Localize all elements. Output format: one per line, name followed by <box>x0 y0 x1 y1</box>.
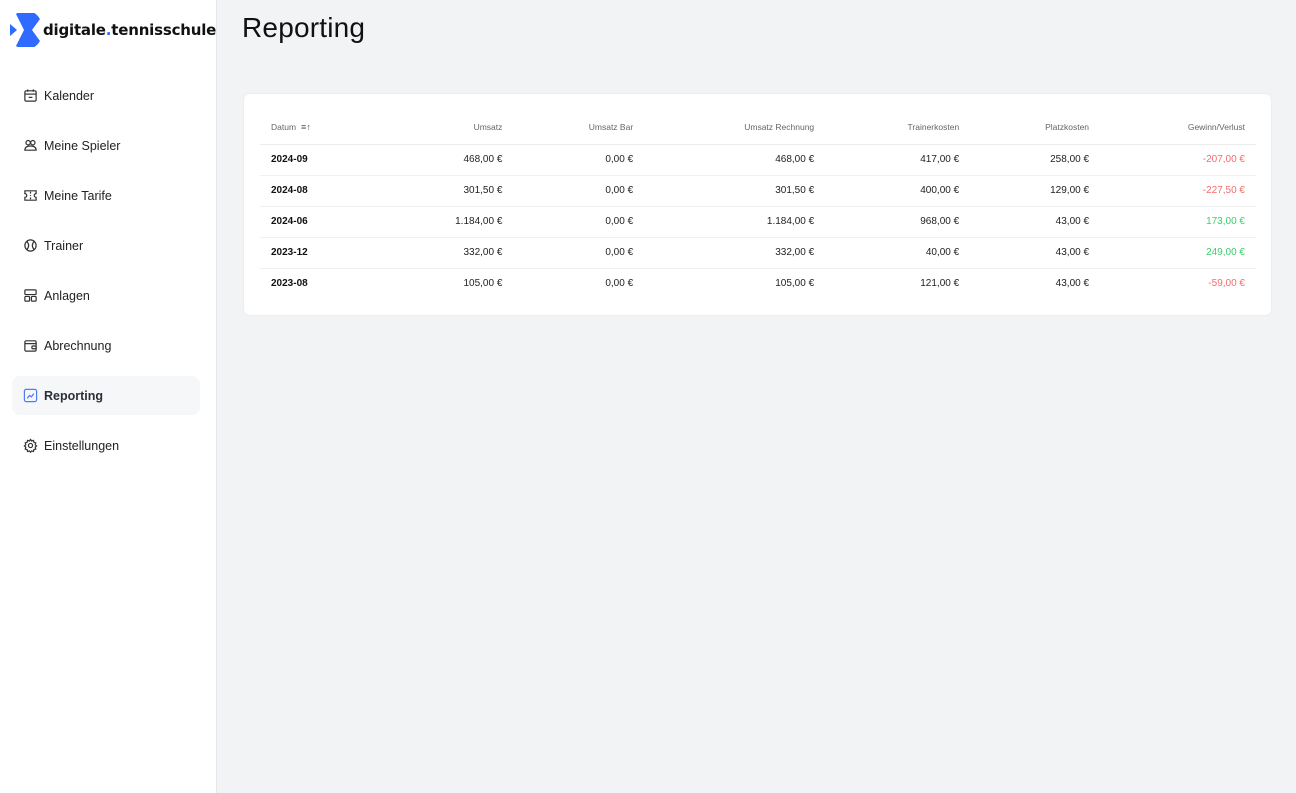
cell-trainerkosten: 968,00 € <box>825 206 971 238</box>
table-row: 2024-08 301,50 € 0,00 € 301,50 € 400,00 … <box>260 175 1256 207</box>
sidebar-item-kalender[interactable]: Kalender <box>12 76 200 115</box>
cell-datum: 2023-12 <box>260 237 377 269</box>
column-header-datum[interactable]: Datum ≡↑ <box>260 111 377 145</box>
cell-umsatz-bar: 0,00 € <box>513 237 645 269</box>
cell-umsatz-rechnung: 468,00 € <box>644 144 826 176</box>
cell-umsatz: 301,50 € <box>377 175 514 207</box>
table-row: 2024-06 1.184,00 € 0,00 € 1.184,00 € 968… <box>260 206 1256 238</box>
cell-platzkosten: 258,00 € <box>970 144 1101 176</box>
layout-icon <box>23 288 38 303</box>
wallet-icon <box>23 338 38 353</box>
cell-gewinn-verlust: -227,50 € <box>1100 175 1256 207</box>
tennis-ball-icon <box>23 238 38 253</box>
sidebar-item-label: Anlagen <box>44 288 90 303</box>
cell-umsatz-rechnung: 105,00 € <box>775 278 815 290</box>
report-card: Datum ≡↑ Umsatz Umsatz Bar Umsatz Rechnun… <box>243 93 1272 316</box>
table-header-row: Datum ≡↑ Umsatz Umsatz Bar Umsatz Rechnun… <box>260 111 1256 145</box>
sidebar-item-trainer[interactable]: Trainer <box>12 226 200 265</box>
sidebar-item-reporting[interactable]: Reporting <box>12 376 200 415</box>
cell-umsatz-rechnung: 332,00 € <box>644 237 826 269</box>
table-row: 2023-12 332,00 € 0,00 € 332,00 € 40,00 €… <box>260 237 1256 269</box>
column-header-umsatz[interactable]: Umsatz <box>377 111 514 145</box>
page-title: Reporting <box>242 12 366 43</box>
sidebar-item-label: Meine Spieler <box>44 138 121 153</box>
cell-umsatz-bar: 0,00 € <box>513 206 645 238</box>
sidebar-item-label: Einstellungen <box>44 438 120 453</box>
sidebar-nav: Kalender Meine Spieler Meine Tarife Trai… <box>12 76 200 476</box>
sidebar-item-label: Trainer <box>44 238 84 253</box>
column-header-umsatz-rechnung[interactable]: Umsatz Rechnung <box>644 111 826 145</box>
column-header-platzkosten[interactable]: Platzkosten <box>970 111 1101 145</box>
column-header-trainerkosten[interactable]: Trainerkosten <box>825 111 971 145</box>
cell-umsatz-rechnung: 1.184,00 € <box>644 206 826 238</box>
cell-umsatz-rechnung: 301,50 € <box>644 175 826 207</box>
calendar-icon <box>23 88 38 103</box>
logo-text: digitale.tennisschule <box>43 21 217 39</box>
gear-icon <box>23 438 38 453</box>
sidebar-item-abrechnung[interactable]: Abrechnung <box>12 326 200 365</box>
table-row: 2024-09 468,00 € 0,00 € 468,00 € 417,00 … <box>260 144 1256 176</box>
cell-datum: 2023-08 <box>271 278 308 290</box>
cell-umsatz: 105,00 € <box>463 278 503 290</box>
logo[interactable]: digitale.tennisschule <box>10 13 216 47</box>
cell-gewinn-verlust: -207,00 € <box>1100 144 1256 176</box>
column-header-gewinn-verlust[interactable]: Gewinn/Verlust <box>1100 111 1256 145</box>
cell-trainerkosten: 40,00 € <box>825 237 971 269</box>
sidebar-item-einstellungen[interactable]: Einstellungen <box>12 426 200 465</box>
cell-platzkosten: 43,00 € <box>970 237 1101 269</box>
sort-ascending-icon[interactable]: ≡↑ <box>301 122 311 132</box>
sidebar-item-label: Meine Tarife <box>44 188 112 203</box>
cell-trainerkosten: 121,00 € <box>920 278 960 290</box>
cell-trainerkosten: 400,00 € <box>825 175 971 207</box>
cell-umsatz-bar: 0,00 € <box>605 278 634 290</box>
logo-icon <box>10 13 40 47</box>
sidebar-item-meine-spieler[interactable]: Meine Spieler <box>12 126 200 165</box>
cell-platzkosten: 43,00 € <box>970 206 1101 238</box>
main-content: Reporting Datum ≡↑ Umsatz Umsatz Bar Umsa… <box>218 0 1296 793</box>
cell-platzkosten: 129,00 € <box>970 175 1101 207</box>
cell-trainerkosten: 417,00 € <box>825 144 971 176</box>
report-table: Datum ≡↑ Umsatz Umsatz Bar Umsatz Rechnun… <box>260 111 1256 299</box>
sidebar-item-label: Kalender <box>44 88 95 103</box>
ticket-icon <box>23 188 38 203</box>
table-row: 2023-08 105,00 € 0,00 € 105,00 € 121,00 … <box>260 268 1256 299</box>
cell-umsatz-bar: 0,00 € <box>513 144 645 176</box>
cell-gewinn-verlust: 249,00 € <box>1100 237 1256 269</box>
cell-datum: 2024-08 <box>260 175 377 207</box>
sidebar-item-meine-tarife[interactable]: Meine Tarife <box>12 176 200 215</box>
cell-umsatz: 468,00 € <box>377 144 514 176</box>
cell-gewinn-verlust: 173,00 € <box>1100 206 1256 238</box>
sidebar-item-label: Reporting <box>44 388 104 403</box>
sidebar: digitale.tennisschule Kalender Meine Spi… <box>0 0 217 793</box>
cell-platzkosten: 43,00 € <box>1055 278 1090 290</box>
sidebar-item-anlagen[interactable]: Anlagen <box>12 276 200 315</box>
cell-gewinn-verlust: -59,00 € <box>1208 278 1245 290</box>
cell-datum: 2024-06 <box>260 206 377 238</box>
cell-umsatz: 1.184,00 € <box>377 206 514 238</box>
sidebar-item-label: Abrechnung <box>44 338 112 353</box>
cell-datum: 2024-09 <box>260 144 377 176</box>
cell-umsatz: 332,00 € <box>377 237 514 269</box>
column-header-umsatz-bar[interactable]: Umsatz Bar <box>513 111 645 145</box>
players-icon <box>23 138 38 153</box>
chart-icon <box>23 388 38 403</box>
cell-umsatz-bar: 0,00 € <box>513 175 645 207</box>
